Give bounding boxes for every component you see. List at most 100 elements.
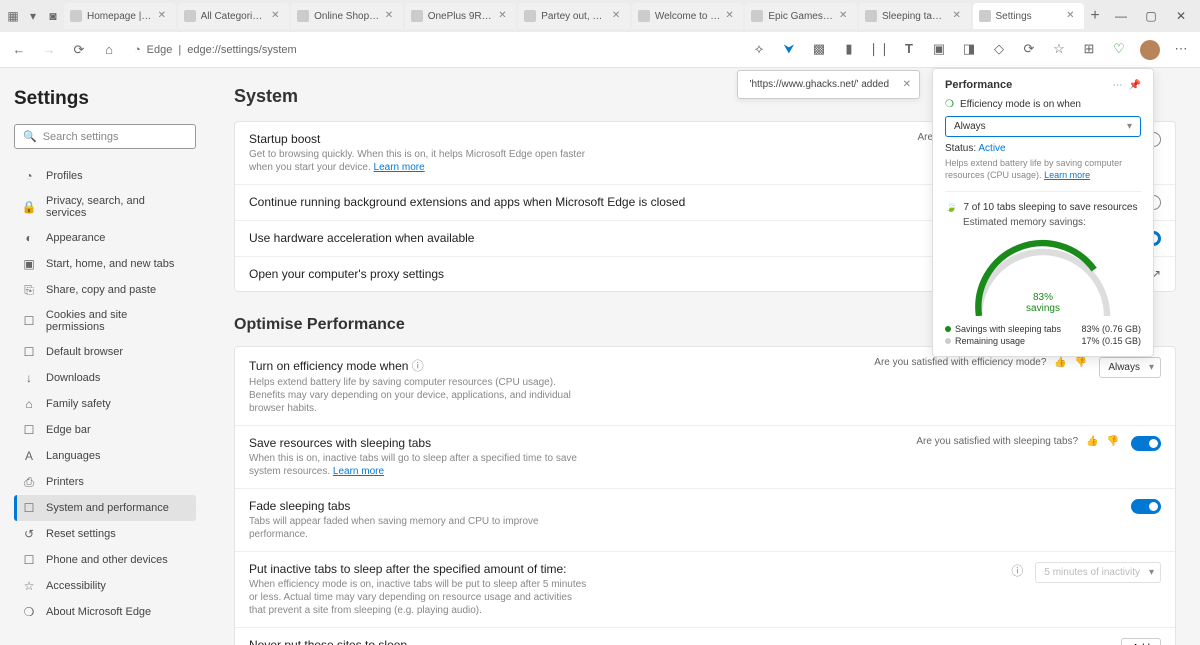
tab-title: Homepage | gHacks: [87, 11, 153, 22]
qr-icon[interactable]: ▩: [810, 40, 828, 58]
thumbs-down-icon[interactable]: 👎: [1107, 436, 1119, 447]
window-minimize-button[interactable]: —: [1106, 4, 1136, 28]
forward-button[interactable]: →: [40, 41, 58, 59]
tab-close-button[interactable]: ✕: [385, 10, 397, 22]
back-button[interactable]: ←: [10, 41, 28, 59]
settings-nav-item[interactable]: ⎘ Share, copy and paste: [14, 277, 196, 303]
nav-item-icon: ▣: [22, 257, 36, 271]
ruler-icon[interactable]: ❘❘: [870, 40, 888, 58]
browser-tab[interactable]: Sleeping tabs in Mic✕: [859, 3, 971, 29]
browser-tab[interactable]: Welcome to Steam ✕: [632, 3, 744, 29]
tab-pinned-icon[interactable]: ◙: [44, 7, 62, 25]
new-tab-button[interactable]: +: [1086, 7, 1104, 25]
browser-tab[interactable]: Homepage | gHacks ✕: [64, 3, 176, 29]
tab-title: Welcome to Steam: [655, 11, 721, 22]
tab-close-button[interactable]: ✕: [839, 10, 851, 22]
more-menu-button[interactable]: ⋯: [1172, 40, 1190, 58]
thumbs-down-icon[interactable]: 👎: [1075, 357, 1087, 368]
perf-panel-title: Performance: [945, 79, 1012, 91]
favorites-button[interactable]: ☆: [1050, 40, 1068, 58]
toolbar: ← → ⟳ ⌂ ◔ Edge | edge://settings/system …: [0, 32, 1200, 68]
thumbs-up-icon[interactable]: 👍: [1054, 357, 1066, 368]
settings-nav-item[interactable]: ⌂Family safety: [14, 391, 196, 417]
fade-tabs-toggle[interactable]: [1131, 499, 1161, 514]
text-icon[interactable]: T: [900, 40, 918, 58]
tab-close-button[interactable]: ✕: [725, 10, 737, 22]
startup-boost-label: Startup boost: [249, 132, 905, 146]
settings-nav-item[interactable]: ☐Cookies and site permissions: [14, 303, 196, 339]
inactive-sleep-select: 5 minutes of inactivity: [1035, 562, 1161, 583]
nav-item-label: Share, copy and paste: [46, 284, 156, 296]
pin-icon[interactable]: 📌: [1129, 80, 1141, 91]
sleeping-tabs-learn-link[interactable]: Learn more: [333, 466, 384, 477]
browser-tab[interactable]: Settings✕: [973, 3, 1085, 29]
tab-close-button[interactable]: ✕: [953, 10, 965, 22]
settings-nav-item[interactable]: ↺Reset settings: [14, 521, 196, 547]
reader-icon[interactable]: ▣: [930, 40, 948, 58]
settings-search-input[interactable]: 🔍 Search settings: [14, 124, 196, 149]
tab-close-button[interactable]: ✕: [1066, 10, 1078, 22]
nav-item-icon: A: [22, 449, 36, 463]
info-icon[interactable]: ⓘ: [412, 359, 424, 373]
settings-nav-item[interactable]: ☐Phone and other devices: [14, 547, 196, 573]
address-bar[interactable]: ◔ Edge | edge://settings/system: [134, 44, 297, 56]
perf-learn-link[interactable]: Learn more: [1044, 170, 1090, 180]
home-button[interactable]: ⌂: [100, 41, 118, 59]
collections-button[interactable]: ⊞: [1080, 40, 1098, 58]
settings-nav-item[interactable]: ◔Profiles: [14, 163, 196, 189]
perf-more-icon[interactable]: ⋯: [1113, 80, 1123, 91]
performance-button[interactable]: ♡: [1110, 40, 1128, 58]
tab-favicon-icon: [524, 10, 536, 22]
refresh-button[interactable]: ⟳: [70, 41, 88, 59]
read-aloud-icon[interactable]: ⟡: [750, 40, 768, 58]
profile-avatar[interactable]: [1140, 40, 1160, 60]
settings-nav-item[interactable]: ❍About Microsoft Edge: [14, 599, 196, 625]
info-icon[interactable]: ⓘ: [1011, 562, 1023, 579]
tab-chevron-icon[interactable]: ▾: [24, 7, 42, 25]
nav-item-label: Cookies and site permissions: [46, 309, 188, 333]
tabs-menu-icon[interactable]: ▦: [4, 7, 22, 25]
tab-title: Online Shopping Sit: [314, 11, 380, 22]
tab-close-button[interactable]: ✕: [498, 10, 510, 22]
browser-tab[interactable]: All Categories - Twi ✕: [178, 3, 290, 29]
toast-close-button[interactable]: ✕: [903, 79, 911, 90]
thumbs-up-icon[interactable]: 👍: [1086, 436, 1098, 447]
nav-item-icon: ⎘: [22, 283, 36, 297]
browser-tab[interactable]: Partey out, Sambi in✕: [518, 3, 630, 29]
settings-nav-item[interactable]: ☐System and performance: [14, 495, 196, 521]
settings-nav-item[interactable]: ☐Edge bar: [14, 417, 196, 443]
window-maximize-button[interactable]: ▢: [1136, 4, 1166, 28]
window-close-button[interactable]: ✕: [1166, 4, 1196, 28]
settings-nav-item[interactable]: ⎙Printers: [14, 469, 196, 495]
settings-title: Settings: [14, 88, 196, 110]
settings-nav-item[interactable]: ↓Downloads: [14, 365, 196, 391]
tab-close-button[interactable]: ✕: [271, 10, 283, 22]
nav-item-icon: ☐: [22, 501, 36, 515]
browser-tab[interactable]: Online Shopping Sit ✕: [291, 3, 403, 29]
nav-item-label: Family safety: [46, 398, 111, 410]
send-icon[interactable]: ⮟: [780, 40, 798, 58]
sync-icon[interactable]: ⟳: [1020, 40, 1038, 58]
tab-close-button[interactable]: ✕: [612, 10, 624, 22]
startup-learn-more-link[interactable]: Learn more: [374, 162, 425, 173]
efficiency-mode-select[interactable]: Always: [1099, 357, 1161, 378]
sleeping-tabs-label: Save resources with sleeping tabs: [249, 436, 904, 450]
add-site-button[interactable]: Add: [1121, 638, 1161, 645]
settings-nav-item[interactable]: ☆Accessibility: [14, 573, 196, 599]
tab-title: All Categories - Twi: [201, 11, 267, 22]
browser-tab[interactable]: Epic Games Store | ✕: [745, 3, 857, 29]
settings-nav-item[interactable]: ▣Start, home, and new tabs: [14, 251, 196, 277]
settings-nav-item[interactable]: ALanguages: [14, 443, 196, 469]
zoom-icon[interactable]: ◨: [960, 40, 978, 58]
settings-nav-item[interactable]: 🔒Privacy, search, and services: [14, 189, 196, 225]
phone-icon[interactable]: ▮: [840, 40, 858, 58]
settings-nav-item[interactable]: ☐Default browser: [14, 339, 196, 365]
tab-close-button[interactable]: ✕: [158, 10, 170, 22]
browser-tab[interactable]: OnePlus 9R 5G (Car✕: [405, 3, 517, 29]
settings-nav-item[interactable]: ◐Appearance: [14, 225, 196, 251]
perf-efficiency-select[interactable]: Always: [945, 116, 1141, 137]
shield-icon[interactable]: ◇: [990, 40, 1008, 58]
sleeping-tabs-toggle[interactable]: [1131, 436, 1161, 451]
nav-item-label: Phone and other devices: [46, 554, 168, 566]
tab-title: Epic Games Store |: [768, 11, 834, 22]
